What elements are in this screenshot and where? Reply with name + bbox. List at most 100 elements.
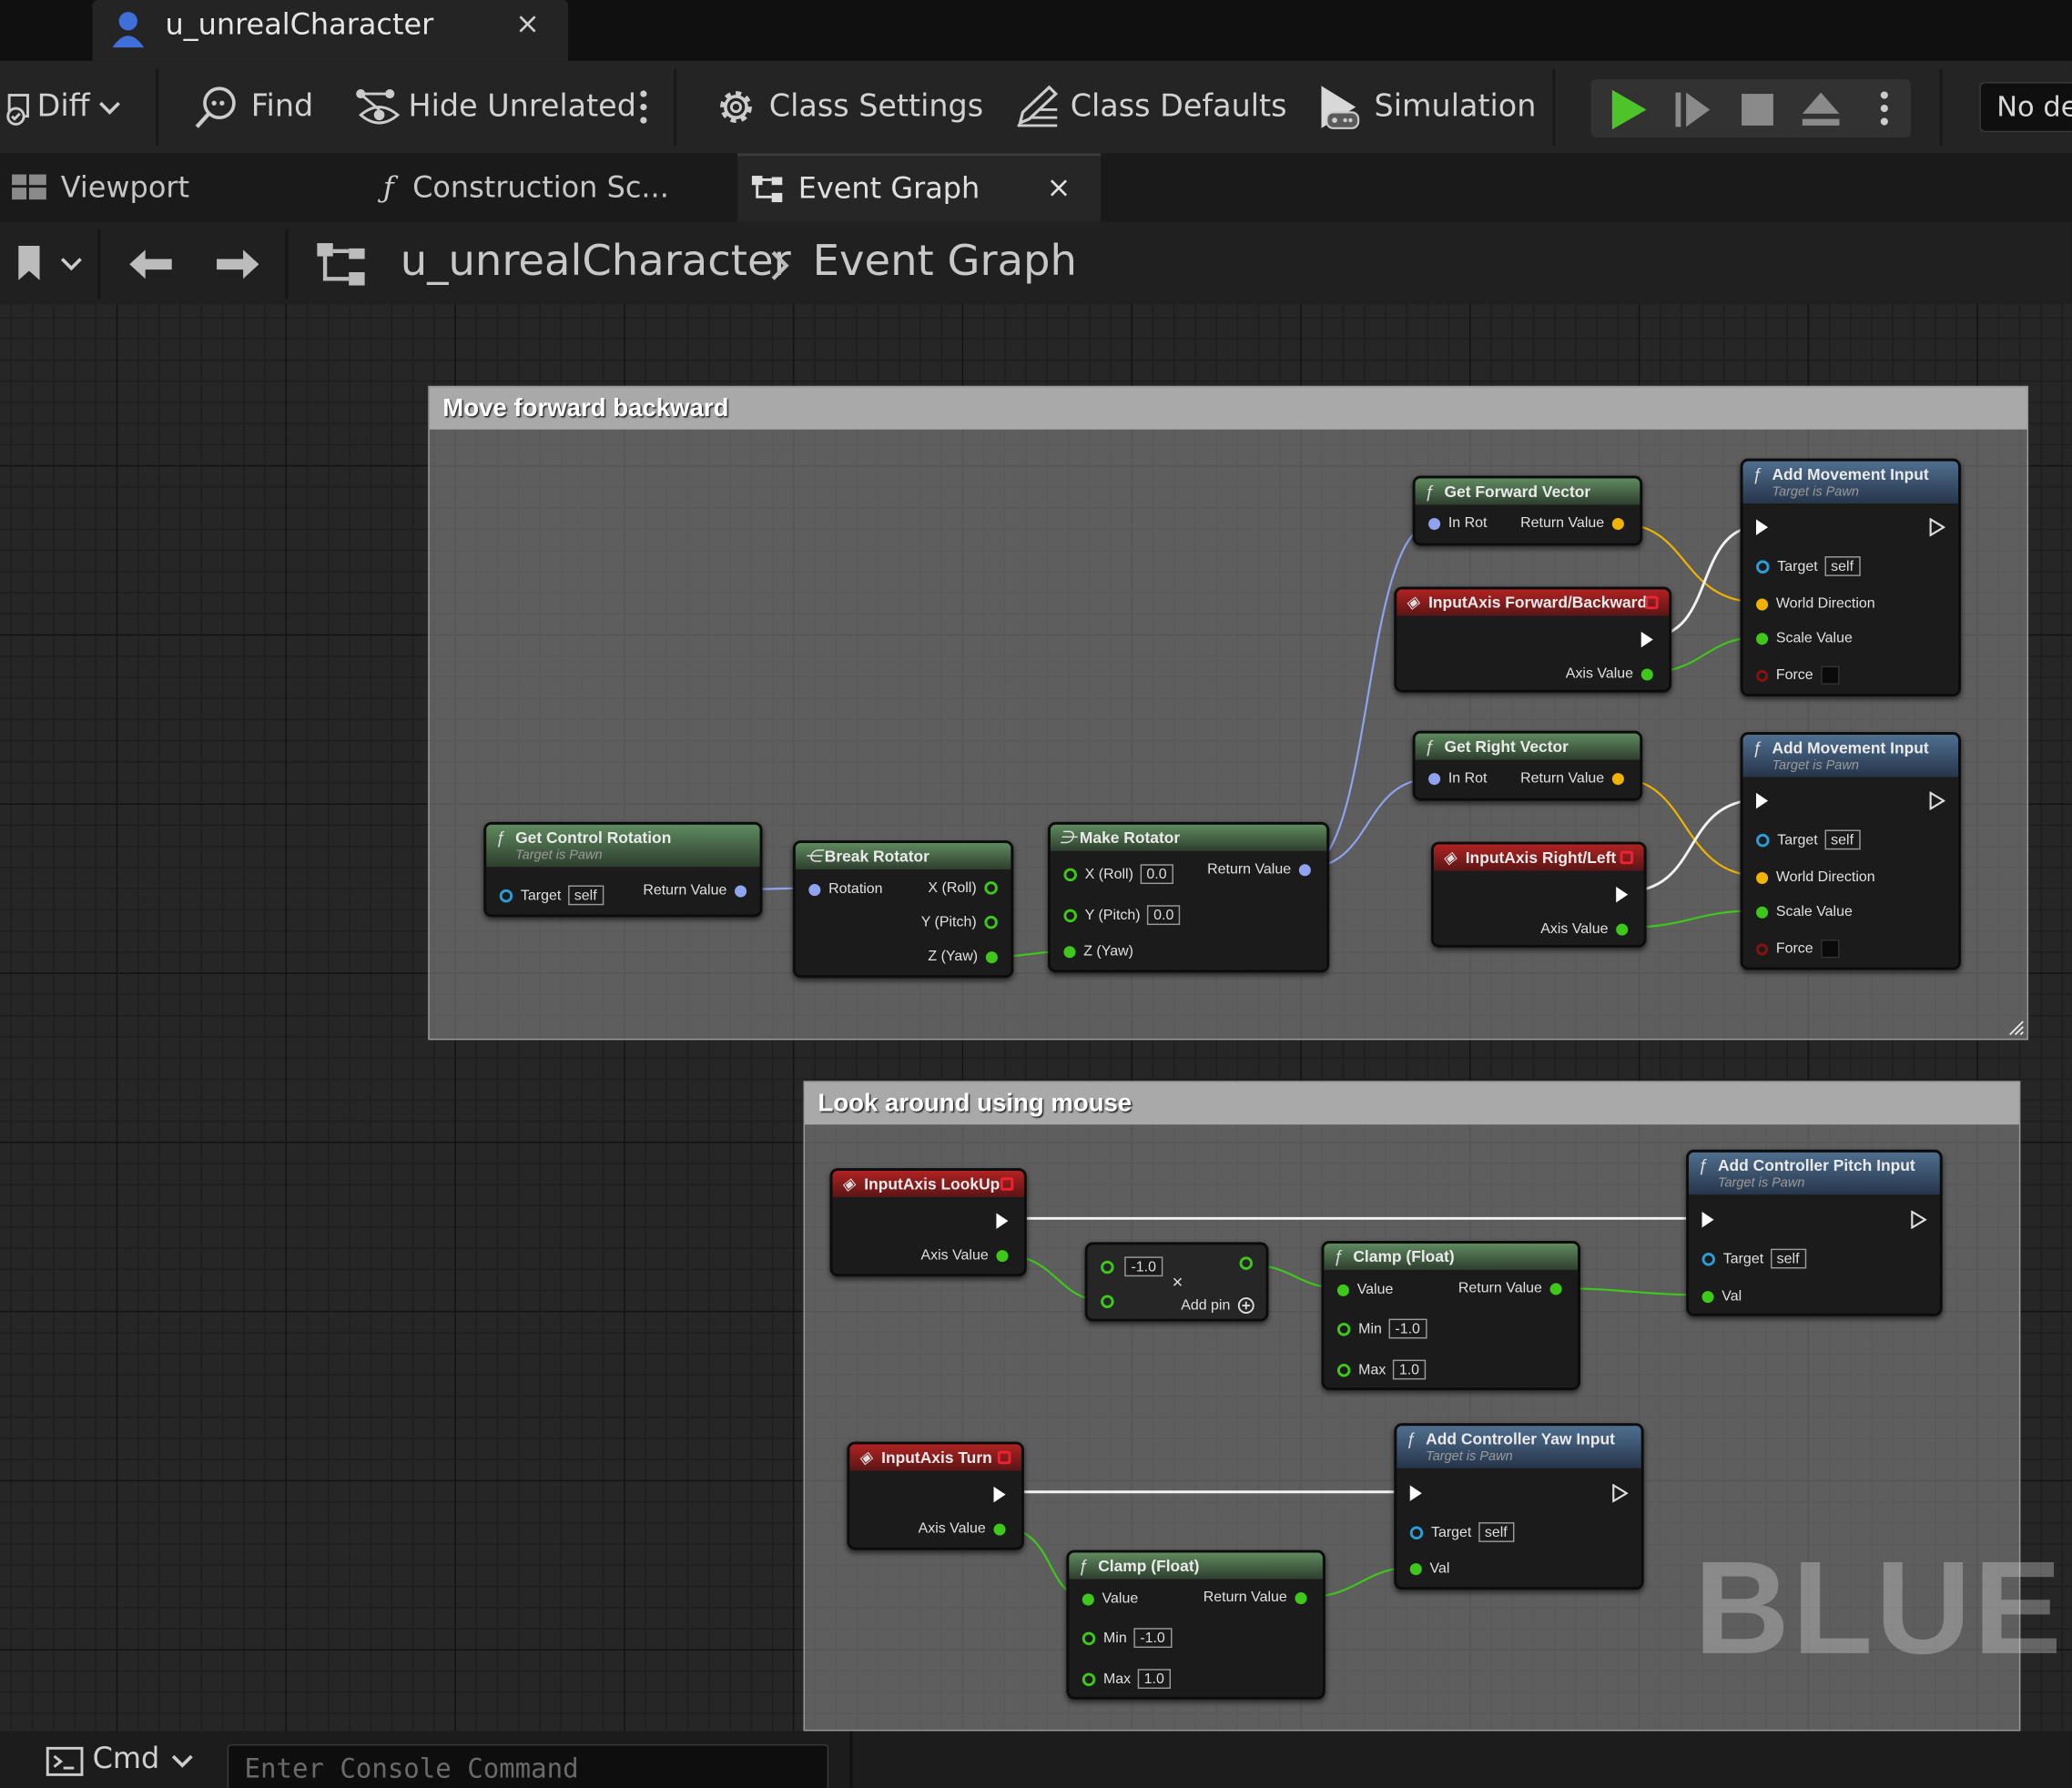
pin-x-roll[interactable]: X (Roll) 0.0 <box>1063 864 1173 885</box>
tab-construction-script[interactable]: ƒ Construction Sc... <box>375 153 732 221</box>
pin-exec-in[interactable] <box>1756 519 1769 535</box>
pin-val[interactable]: Val <box>1701 1288 1742 1305</box>
pin-target[interactable]: Target self <box>1409 1522 1514 1542</box>
class-settings-button[interactable]: Class Settings <box>714 61 983 154</box>
pin-exec-in[interactable] <box>1409 1485 1422 1501</box>
node-clamp-float-yaw[interactable]: ƒ Clamp (Float) Value Return Value Min -1.… <box>1066 1549 1325 1700</box>
pin-exec-in[interactable] <box>1701 1212 1714 1228</box>
close-tab-icon[interactable]: × <box>515 8 540 41</box>
node-input-axis-turn[interactable]: ◈ InputAxis Turn Axis Value <box>847 1441 1024 1550</box>
node-multiply[interactable]: -1.0 × Add pin <box>1084 1242 1269 1322</box>
class-defaults-button[interactable]: Class Defaults <box>1012 61 1287 154</box>
pin-exec-out[interactable] <box>1911 1210 1927 1229</box>
comment-title[interactable]: Move forward backward <box>429 387 2027 430</box>
pin-rotation[interactable]: Rotation <box>808 881 883 898</box>
pin-in-rot[interactable]: In Rot <box>1428 515 1487 532</box>
pin-z-yaw[interactable]: Z (Yaw) <box>1063 943 1133 960</box>
node-make-rotator[interactable]: ⋺ Make Rotator X (Roll) 0.0 Y (Pitch) 0.0 Z… <box>1048 821 1330 973</box>
tab-event-graph[interactable]: Event Graph × <box>736 153 1102 222</box>
document-tab[interactable]: u_unrealCharacter × <box>92 0 569 61</box>
node-add-controller-pitch-input[interactable]: ƒ Add Controller Pitch Input Target is Paw… <box>1686 1149 1943 1316</box>
pin-force[interactable]: Force <box>1756 940 1840 959</box>
pin-force[interactable]: Force <box>1756 665 1840 685</box>
node-get-right-vector[interactable]: ƒ Get Right Vector In Rot Return Value <box>1412 730 1643 801</box>
console-input[interactable]: Enter Console Command <box>227 1743 829 1788</box>
pin-exec-out[interactable] <box>1640 631 1653 648</box>
pin-target[interactable]: Target self <box>499 885 604 906</box>
eject-icon[interactable] <box>1800 90 1842 130</box>
comment-title[interactable]: Look around using mouse <box>804 1082 2019 1125</box>
pin-y-pitch[interactable]: Y (Pitch) <box>921 914 998 930</box>
find-button[interactable]: Find <box>193 61 313 154</box>
pin-axis-value[interactable]: Axis Value <box>1566 666 1653 682</box>
node-get-control-rotation[interactable]: ƒ Get Control Rotation Target is Pawn Targ… <box>483 821 763 918</box>
pin-value[interactable]: Value <box>1336 1282 1393 1297</box>
resize-handle-icon[interactable] <box>2008 1021 2024 1036</box>
pin-exec-out[interactable] <box>996 1213 1009 1229</box>
pin-return-value[interactable]: Return Value <box>643 883 747 899</box>
pin-x-roll[interactable]: X (Roll) <box>928 880 998 896</box>
pin-target[interactable]: Target self <box>1756 829 1861 850</box>
play-options-icon[interactable] <box>1876 87 1892 129</box>
pin-exec-in[interactable] <box>1756 792 1769 809</box>
node-get-forward-vector[interactable]: ƒ Get Forward Vector In Rot Return Value <box>1412 475 1643 546</box>
pin-world-direction[interactable]: World Direction <box>1756 869 1875 886</box>
pin-axis-value[interactable]: Axis Value <box>1540 921 1629 937</box>
pin-val[interactable]: Val <box>1409 1560 1449 1577</box>
pin-return-value[interactable]: Return Value <box>1207 861 1311 878</box>
node-add-movement-input-right[interactable]: ƒ Add Movement Input Target is Pawn Target… <box>1740 732 1962 970</box>
pin-target[interactable]: Target self <box>1756 556 1861 576</box>
pin-scale-value[interactable]: Scale Value <box>1756 904 1853 919</box>
pin-max[interactable]: Max 1.0 <box>1082 1669 1172 1690</box>
advance-frame-icon[interactable] <box>1673 90 1715 130</box>
pin-scale-value[interactable]: Scale Value <box>1756 630 1853 646</box>
node-add-movement-input-forward[interactable]: ƒ Add Movement Input Target is Pawn Target… <box>1740 458 1962 696</box>
pin-axis-value[interactable]: Axis Value <box>919 1521 1006 1537</box>
pin-min[interactable]: Min -1.0 <box>1082 1628 1173 1649</box>
pin-exec-out[interactable] <box>1929 517 1945 537</box>
pin-z-yaw[interactable]: Z (Yaw) <box>928 949 998 965</box>
node-input-axis-forward-backward[interactable]: ◈ InputAxis Forward/Backward Axis Value <box>1394 586 1672 693</box>
pin-return-value[interactable]: Return Value <box>1204 1590 1307 1606</box>
play-icon[interactable] <box>1607 87 1651 132</box>
pin-min[interactable]: Min -1.0 <box>1336 1318 1427 1339</box>
force-checkbox[interactable] <box>1821 940 1840 959</box>
node-break-rotator[interactable]: ⋲ Break Rotator Rotation X (Roll) Y (Pitc… <box>792 840 1014 979</box>
force-checkbox[interactable] <box>1821 665 1840 685</box>
node-add-controller-yaw-input[interactable]: ƒ Add Controller Yaw Input Target is Pawn … <box>1394 1423 1644 1590</box>
pin-return-value[interactable]: Return Value <box>1458 1281 1562 1296</box>
more-options-icon[interactable] <box>637 61 651 154</box>
bookmark-dropdown-icon[interactable] <box>14 243 93 285</box>
stop-icon[interactable] <box>1739 91 1776 128</box>
pin-max[interactable]: Max 1.0 <box>1336 1359 1427 1380</box>
node-clamp-float-pitch[interactable]: ƒ Clamp (Float) Value Return Value Min -1.… <box>1321 1240 1580 1390</box>
pin-y-pitch[interactable]: Y (Pitch) 0.0 <box>1063 905 1181 926</box>
pin-exec-out[interactable] <box>993 1486 1006 1503</box>
cmd-dropdown[interactable]: Cmd <box>14 1731 212 1787</box>
pin-axis-value[interactable]: Axis Value <box>920 1247 1009 1264</box>
pin-return-value[interactable]: Return Value <box>1520 770 1624 787</box>
node-input-axis-right-left[interactable]: ◈ InputAxis Right/Left Axis Value <box>1430 841 1647 948</box>
pin-in-rot[interactable]: In Rot <box>1428 770 1487 787</box>
pin-exec-out[interactable] <box>1929 791 1945 810</box>
pin-exec-out[interactable] <box>1616 886 1629 903</box>
breadcrumb-root[interactable]: u_unrealCharacter <box>401 235 791 285</box>
debug-object-select[interactable]: No de <box>1979 81 2072 133</box>
pin-output[interactable] <box>1239 1256 1254 1270</box>
diff-button[interactable]: Diff <box>5 61 125 154</box>
hide-unrelated-button[interactable]: Hide Unrelated <box>353 61 636 154</box>
pin-b[interactable] <box>1101 1295 1114 1308</box>
add-pin-button[interactable]: Add pin <box>1181 1296 1255 1315</box>
back-arrow-icon[interactable] <box>127 246 174 283</box>
pin-exec-out[interactable] <box>1612 1484 1629 1503</box>
tab-viewport[interactable]: Viewport <box>0 153 343 221</box>
pin-return-value[interactable]: Return Value <box>1520 515 1624 532</box>
simulation-button[interactable]: Simulation <box>1316 61 1536 154</box>
pin-target[interactable]: Target self <box>1701 1248 1806 1269</box>
pin-a[interactable]: -1.0 <box>1101 1256 1163 1277</box>
pin-world-direction[interactable]: World Direction <box>1756 596 1875 612</box>
close-tab-icon[interactable]: × <box>1047 172 1072 205</box>
forward-arrow-icon[interactable] <box>214 246 261 283</box>
node-input-axis-lookup[interactable]: ◈ InputAxis LookUp Axis Value <box>829 1168 1027 1277</box>
pin-value[interactable]: Value <box>1082 1591 1138 1607</box>
